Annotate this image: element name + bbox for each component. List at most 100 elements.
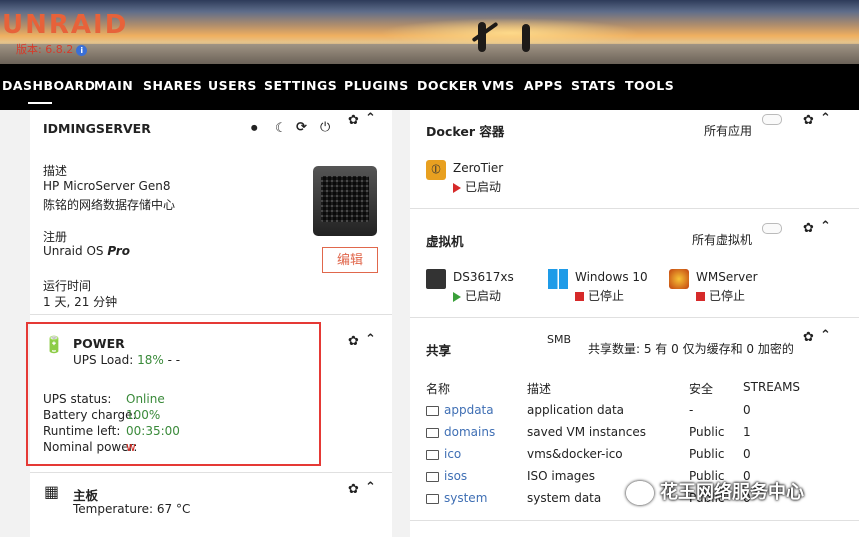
desc-text: 陈铭的网络数据存储中心 [43,198,176,212]
stop-array-icon[interactable]: ⏺ [251,121,258,136]
gear-icon[interactable]: ✿ [348,334,359,349]
vm-status: 已停止 [575,287,624,304]
version-text: 版本: 6.8.2 [16,43,74,56]
gear-icon[interactable]: ✿ [803,221,814,236]
container-status: 已启动 [453,178,501,195]
vm-name[interactable]: DS3617xs [453,270,514,284]
docker-toggle[interactable] [762,114,782,125]
share-security: Public [689,447,725,461]
started-icon [453,291,461,302]
folder-icon [426,471,439,482]
share-link[interactable]: appdata [444,403,494,417]
vm-status: 已启动 [453,287,501,304]
windows-icon[interactable] [548,269,568,289]
nav-plugins[interactable]: PLUGINS [344,78,409,93]
stopped-icon [696,292,705,301]
share-desc: ISO images [527,469,596,483]
gear-icon[interactable]: ✿ [803,330,814,345]
chevron-up-icon[interactable]: ⌃ [820,328,831,343]
chevron-up-icon[interactable]: ⌃ [365,480,376,495]
col-header-streams: STREAMS [743,380,801,394]
vm-server-icon[interactable] [426,269,446,289]
shares-title: 共享 [426,343,452,358]
docker-title: Docker 容器 [426,124,505,139]
uptime-label: 运行时间 [43,279,92,293]
nav-apps[interactable]: APPS [524,78,563,93]
shares-summary: 共享数量: 5 有 0 仅为缓存和 0 加密的 [588,342,794,356]
stopped-icon [575,292,584,301]
nav-dashboard[interactable]: DASHBOARD [2,78,96,93]
zerotier-icon[interactable]: ⦶ [426,160,446,180]
nav-stats[interactable]: STATS [571,78,616,93]
smb-selector[interactable]: SMB [547,333,571,346]
share-name[interactable]: system [426,491,487,505]
server-image [313,166,377,236]
chevron-up-icon[interactable]: ⌃ [820,111,831,126]
col-header-security: 安全 [689,382,714,396]
nav-shares[interactable]: SHARES [143,78,202,93]
reboot-icon[interactable]: ⟳ [296,120,307,135]
reg-os: Unraid OS [43,244,104,258]
share-link[interactable]: domains [444,425,495,439]
gear-icon[interactable]: ✿ [803,113,814,128]
col-header-name: 名称 [426,382,451,396]
nav-users[interactable]: USERS [208,78,257,93]
nav-docker[interactable]: DOCKER [417,78,478,93]
vms-toggle[interactable] [762,223,782,234]
motherboard-icon: ▦ [44,482,60,501]
share-name[interactable]: ico [426,447,461,461]
share-link[interactable]: isos [444,469,467,483]
vm-name[interactable]: WMServer [696,270,758,284]
nav-tools[interactable]: TOOLS [625,78,674,93]
share-name[interactable]: isos [426,469,467,483]
reg-edition: Pro [107,244,130,258]
share-streams: 1 [743,425,751,439]
docker-toggle-label: 所有应用 [704,124,753,138]
container-name[interactable]: ZeroTier [453,161,503,175]
wmserver-icon[interactable] [669,269,689,289]
folder-icon [426,427,439,438]
folder-icon [426,493,439,504]
info-icon[interactable]: i [76,44,88,56]
chevron-up-icon[interactable]: ⌃ [365,332,376,347]
right-column: Docker 容器 所有应用 ✿ ⌃ ⦶ ZeroTier 已启动 虚拟机 所有… [410,110,859,537]
wechat-icon [626,481,654,505]
share-desc: vms&docker-ico [527,447,623,461]
share-desc: application data [527,403,625,417]
share-link[interactable]: ico [444,447,461,461]
vm-status-text: 已停止 [588,289,625,303]
folder-icon [426,449,439,460]
divider [410,317,859,318]
share-name[interactable]: domains [426,425,495,439]
share-link[interactable]: system [444,491,487,505]
power-off-icon[interactable]: ⏻ [320,120,330,135]
share-streams: 0 [743,447,751,461]
vm-status: 已停止 [696,287,745,304]
edit-button[interactable]: 编辑 [322,247,378,273]
unraid-logo[interactable]: UNRAID [2,10,128,40]
vm-name[interactable]: Windows 10 [575,270,648,284]
sleep-icon[interactable]: ☾ [275,121,287,136]
version-label: 版本: 6.8.2 i [16,41,88,57]
chevron-up-icon[interactable]: ⌃ [365,111,376,126]
dashboard-content: IDMINGSERVER ⏺ ☾ ⟳ ⏻ ✿ ⌃ 描述 HP MicroServ… [0,110,859,537]
gear-icon[interactable]: ✿ [348,113,359,128]
reg-label: 注册 [43,230,68,244]
watermark-text: 花王网络服务中心 [660,482,804,503]
share-name[interactable]: appdata [426,403,494,417]
gear-icon[interactable]: ✿ [348,482,359,497]
board-temperature: Temperature: 67 °C [73,502,191,516]
share-security: - [689,403,694,417]
desc-model: HP MicroServer Gen8 [43,179,171,193]
nav-settings[interactable]: SETTINGS [264,78,337,93]
server-name: IDMINGSERVER [43,121,151,136]
surfer-figure [522,24,530,52]
divider [410,208,859,209]
folder-icon [426,405,439,416]
chevron-up-icon[interactable]: ⌃ [820,219,831,234]
divider [30,314,392,315]
vms-title: 虚拟机 [426,234,464,249]
active-tab-underline [28,102,52,104]
nav-main[interactable]: MAIN [94,78,133,93]
nav-vms[interactable]: VMS [482,78,515,93]
